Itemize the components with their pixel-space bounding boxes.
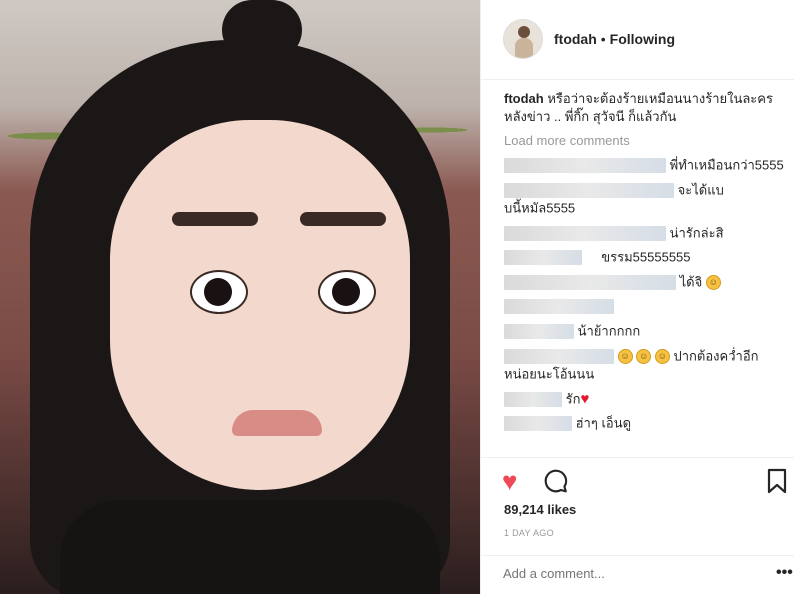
blurred-username xyxy=(504,274,676,290)
blurred-username xyxy=(504,182,674,198)
sweat-smile-emoji-icon: ☺ xyxy=(636,348,652,364)
post-side-panel: ftodah • Following ftodah หรือว่าจะต้องร้า… xyxy=(480,0,794,594)
comment-text: น่ารักล่ะสิ xyxy=(669,225,724,241)
blurred-username xyxy=(504,416,572,432)
following-button[interactable]: Following xyxy=(610,31,675,47)
comment-text: ฮ่าๆ เอ็นดู xyxy=(575,415,632,431)
comment-item: ได้จิ ☺ xyxy=(504,273,784,292)
likes-count[interactable]: 89,214 likes xyxy=(504,502,576,517)
comment-bubble-icon[interactable] xyxy=(543,468,569,494)
comment-item: ☺ ☺ ☺ ปากต้องคว่ำอีกหน่อยนะโอ้นนน xyxy=(504,347,784,384)
photo-right-eye xyxy=(318,270,376,314)
post-photo[interactable] xyxy=(0,0,480,594)
comment-item: น่ารักล่ะสิ xyxy=(504,224,784,243)
heart-filled-icon[interactable]: ♥ xyxy=(502,467,530,495)
grinning-emoji-icon: ☺ xyxy=(705,274,721,290)
bookmark-icon[interactable] xyxy=(767,468,787,494)
more-options-button[interactable]: ••• xyxy=(776,564,793,582)
add-comment-input[interactable] xyxy=(503,566,743,581)
comment-item: พี่ทำเหมือนกว่า5555 xyxy=(504,156,784,175)
photo-left-brow xyxy=(172,212,258,226)
add-comment-bar: ••• xyxy=(481,555,794,596)
comment-item xyxy=(504,297,784,316)
blurred-username xyxy=(504,324,574,339)
comment-item: ฮ่าๆ เอ็นดู xyxy=(504,414,784,433)
comment-text: ขรรม55555555 xyxy=(601,249,691,265)
caption-text: หรือว่าจะต้องร้ายเหมือนนางร้ายในละครหลัง… xyxy=(504,91,773,124)
avatar[interactable] xyxy=(503,19,543,59)
blurred-username xyxy=(504,299,614,315)
photo-shirt xyxy=(60,500,440,594)
photo-left-eye xyxy=(190,270,248,314)
photo-right-brow xyxy=(300,212,386,226)
comments-list: ftodah หรือว่าจะต้องร้ายเหมือนนางร้ายในล… xyxy=(504,90,784,433)
load-more-comments-link[interactable]: Load more comments xyxy=(504,132,784,150)
comment-item: จะได้แบบนี้หมัล5555 xyxy=(504,181,784,218)
post-header-text: ftodah • Following xyxy=(554,31,675,47)
post-timestamp[interactable]: 1 DAY AGO xyxy=(504,528,554,538)
blurred-username xyxy=(504,225,666,241)
comment-text: รัก xyxy=(565,391,581,407)
photo-hair-bun xyxy=(222,0,302,60)
post-actions: ♥ 89,214 likes 1 DAY AGO ••• xyxy=(481,457,794,595)
username-link[interactable]: ftodah xyxy=(554,31,597,47)
red-heart-emoji-icon: ♥ xyxy=(580,390,590,408)
blurred-username xyxy=(504,158,666,174)
comment-text: ได้จิ xyxy=(679,274,703,290)
header-separator: • xyxy=(600,31,606,47)
sweat-smile-emoji-icon: ☺ xyxy=(654,348,670,364)
photo-mouth xyxy=(232,410,322,436)
comment-item: น้าย้ากกกก xyxy=(504,322,784,341)
sweat-smile-emoji-icon: ☺ xyxy=(617,348,633,364)
blurred-username xyxy=(504,391,562,407)
caption: ftodah หรือว่าจะต้องร้ายเหมือนนางร้ายในล… xyxy=(504,90,784,126)
blurred-username xyxy=(504,250,582,266)
comment-item: รัก♥ xyxy=(504,390,784,409)
comment-text: พี่ทำเหมือนกว่า5555 xyxy=(669,157,784,173)
caption-username[interactable]: ftodah xyxy=(504,91,544,106)
comment-text: น้าย้ากกกก xyxy=(577,323,641,339)
comment-item: ขรรม55555555 xyxy=(504,248,784,267)
blurred-username xyxy=(504,348,614,364)
post-header: ftodah • Following xyxy=(481,0,794,80)
